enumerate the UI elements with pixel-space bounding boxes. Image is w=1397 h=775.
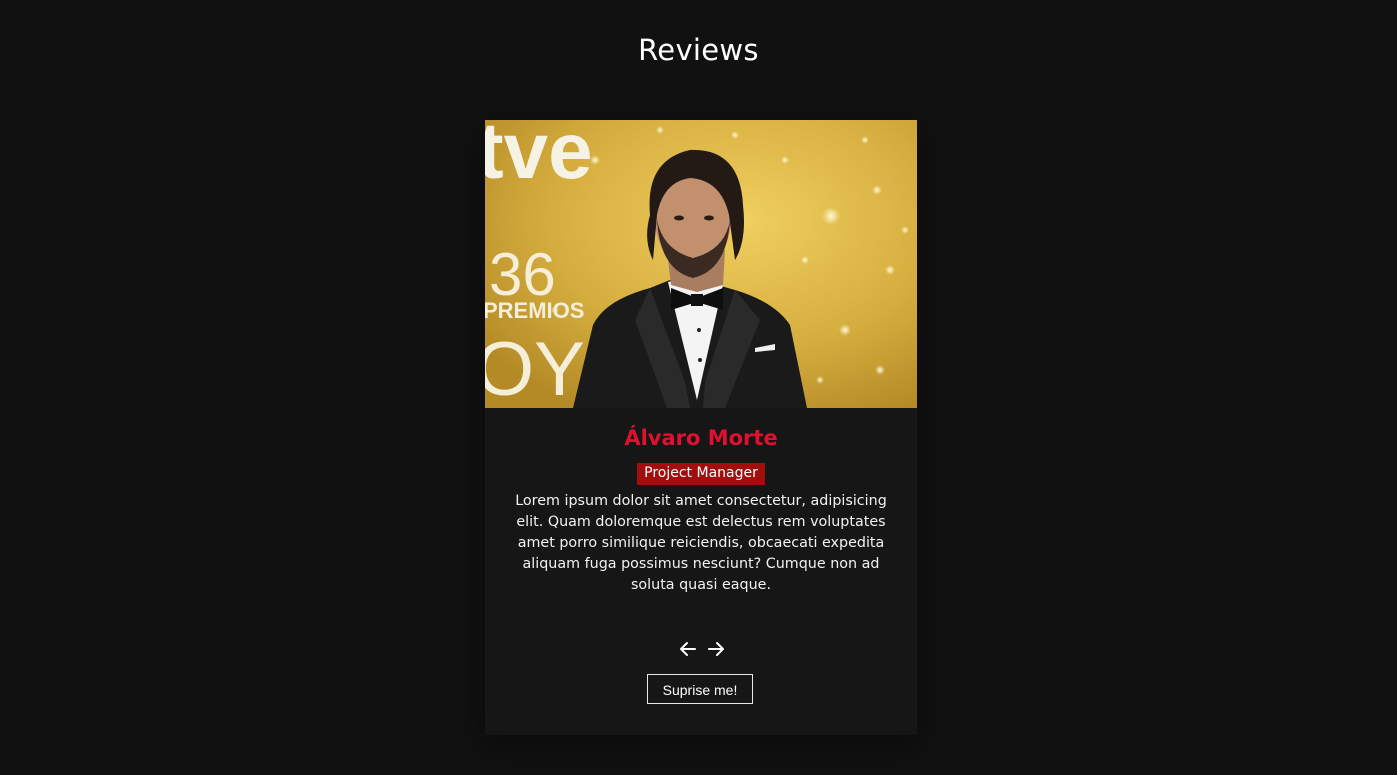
review-text: Lorem ipsum dolor sit amet consectetur, … [515, 493, 887, 593]
carousel-controls [678, 639, 726, 659]
surprise-me-button[interactable]: Suprise me! [647, 674, 753, 704]
reviews-page: Reviews tve 36 PREMIOS OY Álvaro Morte P… [0, 0, 1397, 775]
reviewer-role-badge: Project Manager [637, 463, 765, 485]
role-wrapper: Project Manager [485, 462, 917, 485]
arrow-right-icon [708, 642, 724, 656]
prev-button[interactable] [678, 639, 698, 659]
section-title: Reviews [638, 33, 759, 67]
reviewer-name: Álvaro Morte [624, 426, 778, 450]
backdrop-premios-text: PREMIOS [485, 298, 584, 323]
backdrop-oy-text: OY [485, 327, 585, 408]
reviewer-photo: tve 36 PREMIOS OY [485, 120, 917, 408]
next-button[interactable] [706, 639, 726, 659]
arrow-left-icon [680, 642, 696, 656]
review-card: tve 36 PREMIOS OY Álvaro Morte Project M… [485, 120, 917, 735]
backdrop-logo-text: tve [485, 120, 593, 195]
